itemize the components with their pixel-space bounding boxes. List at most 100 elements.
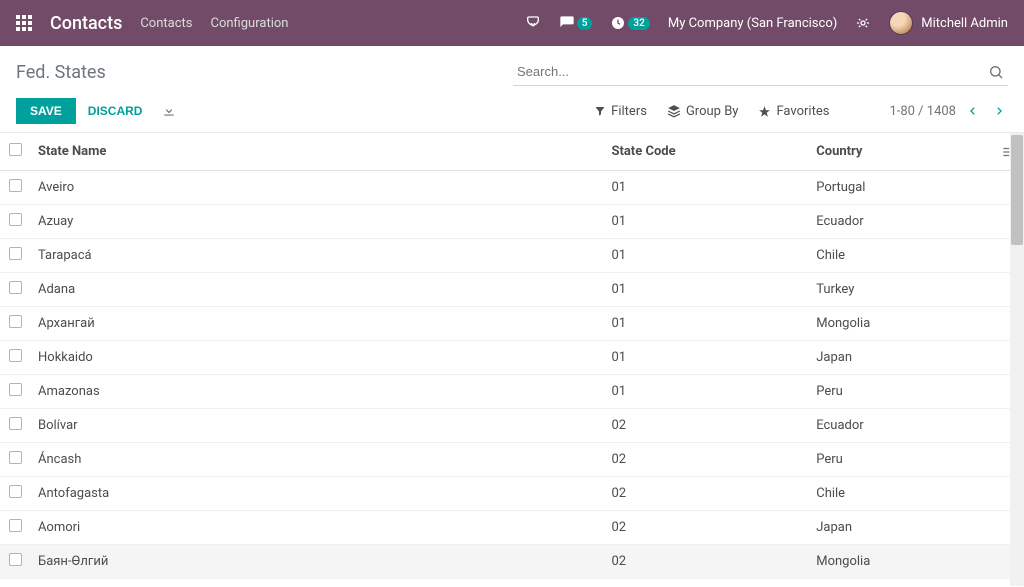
scrollbar-track[interactable]: [1010, 133, 1024, 586]
cell-state-name[interactable]: Aomori: [30, 511, 603, 545]
table-row[interactable]: Tarapacá01Chile: [0, 239, 1024, 273]
cell-state-code[interactable]: 02: [603, 545, 808, 579]
cell-state-name[interactable]: Amazonas: [30, 375, 603, 409]
row-checkbox[interactable]: [0, 171, 30, 205]
table-scroll[interactable]: State Name State Code Country Aveiro01Po…: [0, 133, 1024, 586]
row-checkbox[interactable]: [0, 443, 30, 477]
cell-state-code[interactable]: 02: [603, 477, 808, 511]
table-header-row: State Name State Code Country: [0, 133, 1024, 171]
table-row[interactable]: Aomori02Japan: [0, 511, 1024, 545]
row-checkbox[interactable]: [0, 477, 30, 511]
page-next-icon[interactable]: [990, 100, 1008, 122]
cell-country[interactable]: Japan: [808, 341, 992, 375]
table-row[interactable]: Azuay01Ecuador: [0, 205, 1024, 239]
cell-state-name[interactable]: Áncash: [30, 443, 603, 477]
table-row[interactable]: Bolívar02Ecuador: [0, 409, 1024, 443]
cell-country[interactable]: Peru: [808, 443, 992, 477]
row-checkbox[interactable]: [0, 341, 30, 375]
discard-button[interactable]: DISCARD: [76, 98, 155, 124]
row-checkbox[interactable]: [0, 545, 30, 579]
search-input[interactable]: [513, 58, 984, 85]
cell-country[interactable]: Chile: [808, 239, 992, 273]
groupby-button[interactable]: Group By: [667, 104, 739, 119]
cell-state-code[interactable]: 01: [603, 375, 808, 409]
cell-state-code[interactable]: 02: [603, 579, 808, 587]
cell-country[interactable]: Japan: [808, 511, 992, 545]
download-icon[interactable]: [162, 104, 176, 118]
cell-state-code[interactable]: 01: [603, 171, 808, 205]
table-row[interactable]: Adana01Turkey: [0, 273, 1024, 307]
search-icon[interactable]: [984, 60, 1008, 84]
cell-country[interactable]: Mongolia: [808, 545, 992, 579]
row-checkbox[interactable]: [0, 579, 30, 587]
table-row[interactable]: Архангай01Mongolia: [0, 307, 1024, 341]
page-prev-icon[interactable]: [964, 100, 982, 122]
cell-state-name[interactable]: Aveiro: [30, 171, 603, 205]
cell-country[interactable]: Portugal: [808, 579, 992, 587]
cell-state-name[interactable]: Баян-Өлгий: [30, 545, 603, 579]
apps-icon[interactable]: [16, 15, 32, 31]
cell-country[interactable]: Chile: [808, 477, 992, 511]
cell-state-name[interactable]: Beja: [30, 579, 603, 587]
header-country[interactable]: Country: [808, 133, 992, 171]
nav-link-configuration[interactable]: Configuration: [211, 16, 289, 31]
messages-badge: 5: [577, 17, 593, 30]
cell-state-name[interactable]: Tarapacá: [30, 239, 603, 273]
filters-button[interactable]: Filters: [594, 104, 647, 119]
top-navbar: Contacts Contacts Configuration 5 32 My …: [0, 0, 1024, 46]
favorites-button[interactable]: Favorites: [758, 104, 829, 119]
phone-icon[interactable]: [525, 15, 541, 31]
table-body: Aveiro01PortugalAzuay01EcuadorTarapacá01…: [0, 171, 1024, 587]
row-checkbox[interactable]: [0, 273, 30, 307]
row-checkbox[interactable]: [0, 239, 30, 273]
activities-icon[interactable]: 32: [610, 15, 649, 31]
header-select-all[interactable]: [0, 133, 30, 171]
table-row[interactable]: Antofagasta02Chile: [0, 477, 1024, 511]
cell-state-name[interactable]: Adana: [30, 273, 603, 307]
table-row[interactable]: Amazonas01Peru: [0, 375, 1024, 409]
cell-state-name[interactable]: Hokkaido: [30, 341, 603, 375]
row-checkbox[interactable]: [0, 375, 30, 409]
row-checkbox[interactable]: [0, 205, 30, 239]
cell-country[interactable]: Turkey: [808, 273, 992, 307]
app-brand[interactable]: Contacts: [50, 13, 122, 34]
user-menu[interactable]: Mitchell Admin: [889, 11, 1008, 35]
cell-state-name[interactable]: Архангай: [30, 307, 603, 341]
scrollbar-thumb[interactable]: [1011, 135, 1023, 245]
header-state-name[interactable]: State Name: [30, 133, 603, 171]
cell-country[interactable]: Portugal: [808, 171, 992, 205]
cell-state-name[interactable]: Azuay: [30, 205, 603, 239]
cell-state-code[interactable]: 02: [603, 511, 808, 545]
star-icon: [758, 105, 771, 118]
save-button[interactable]: SAVE: [16, 98, 76, 124]
cell-state-code[interactable]: 01: [603, 205, 808, 239]
favorites-label: Favorites: [776, 104, 829, 119]
cell-state-code[interactable]: 01: [603, 307, 808, 341]
cell-state-code[interactable]: 01: [603, 341, 808, 375]
header-state-code[interactable]: State Code: [603, 133, 808, 171]
cell-state-name[interactable]: Antofagasta: [30, 477, 603, 511]
nav-link-contacts[interactable]: Contacts: [140, 16, 192, 31]
table-row[interactable]: Баян-Өлгий02Mongolia: [0, 545, 1024, 579]
row-checkbox[interactable]: [0, 511, 30, 545]
row-checkbox[interactable]: [0, 409, 30, 443]
cell-country[interactable]: Peru: [808, 375, 992, 409]
table-row[interactable]: Beja02Portugal: [0, 579, 1024, 587]
funnel-icon: [594, 105, 606, 117]
cell-country[interactable]: Ecuador: [808, 205, 992, 239]
table-row[interactable]: Aveiro01Portugal: [0, 171, 1024, 205]
cell-state-code[interactable]: 01: [603, 273, 808, 307]
groupby-label: Group By: [686, 104, 739, 119]
cell-state-code[interactable]: 01: [603, 239, 808, 273]
company-selector[interactable]: My Company (San Francisco): [668, 16, 837, 31]
table-row[interactable]: Hokkaido01Japan: [0, 341, 1024, 375]
debug-icon[interactable]: [855, 15, 871, 31]
cell-state-code[interactable]: 02: [603, 409, 808, 443]
cell-country[interactable]: Mongolia: [808, 307, 992, 341]
messages-icon[interactable]: 5: [559, 15, 593, 31]
cell-state-code[interactable]: 02: [603, 443, 808, 477]
row-checkbox[interactable]: [0, 307, 30, 341]
cell-country[interactable]: Ecuador: [808, 409, 992, 443]
table-row[interactable]: Áncash02Peru: [0, 443, 1024, 477]
cell-state-name[interactable]: Bolívar: [30, 409, 603, 443]
